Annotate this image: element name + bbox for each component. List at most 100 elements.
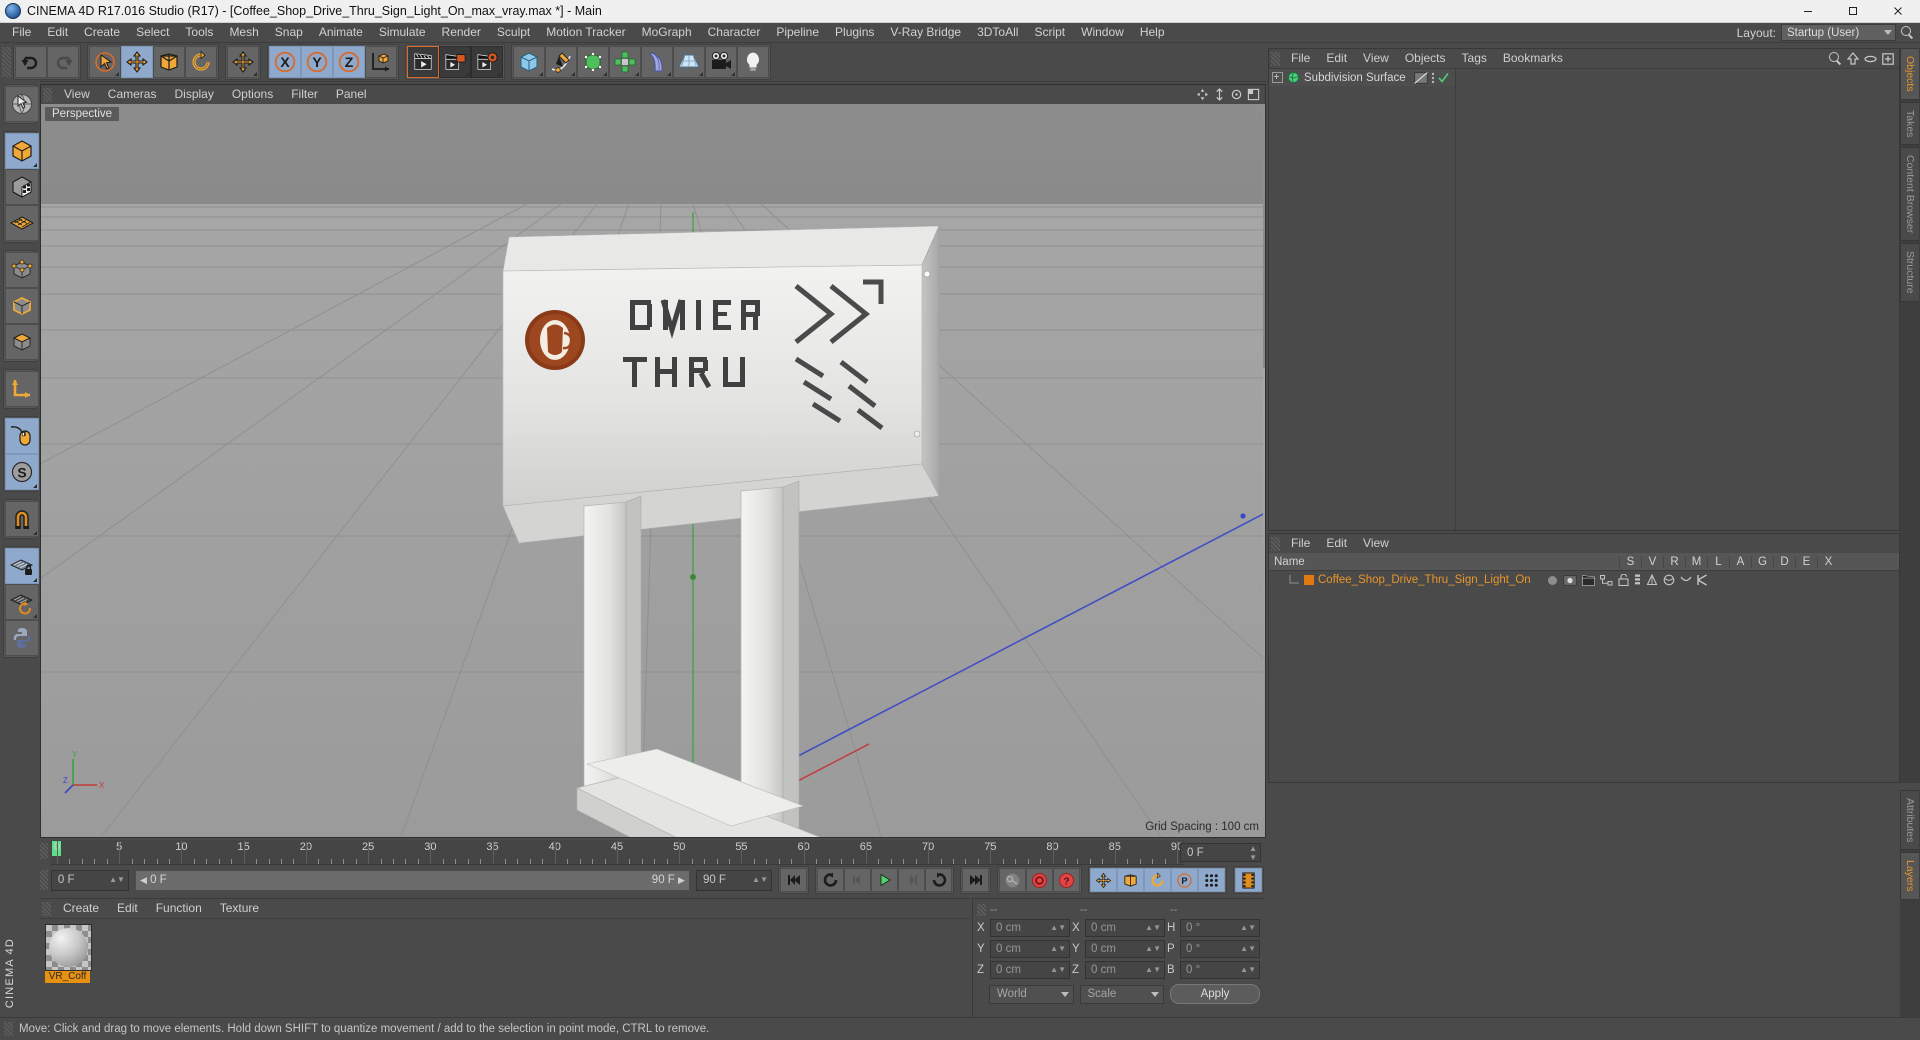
object-row[interactable]: Subdivision Surface (1269, 69, 1455, 86)
menu-snap[interactable]: Snap (267, 23, 311, 42)
light-button[interactable] (737, 46, 769, 78)
menu-mesh[interactable]: Mesh (221, 23, 266, 42)
material-menu-edit[interactable]: Edit (108, 899, 147, 918)
timeline-button[interactable] (1235, 868, 1263, 892)
render-tag-icon[interactable] (1581, 574, 1595, 586)
coordinate-system-select[interactable]: World (989, 984, 1074, 1004)
close-button[interactable] (1875, 0, 1920, 22)
viewport-menu-cameras[interactable]: Cameras (99, 85, 166, 104)
menu-file[interactable]: File (4, 23, 39, 42)
material-menu-texture[interactable]: Texture (211, 899, 268, 918)
table-row[interactable]: Coffee_Shop_Drive_Thru_Sign_Light_On (1269, 571, 1899, 589)
pan-view-icon[interactable] (1196, 88, 1209, 101)
coordinate-grip[interactable] (977, 903, 986, 916)
rot-b-input[interactable]: 0 ° ▲▼ (1180, 960, 1260, 979)
timeline-stepper-icon[interactable]: ▲ ▼ (1249, 844, 1257, 862)
object-manager-tag-area[interactable] (1456, 69, 1899, 530)
tab-attributes[interactable]: Attributes (1900, 790, 1919, 851)
keyframe-help-button[interactable]: ? (1053, 868, 1081, 892)
menu-plugins[interactable]: Plugins (827, 23, 882, 42)
rot-h-input[interactable]: 0 ° ▲▼ (1180, 918, 1260, 937)
point-level-animation-button[interactable] (1198, 868, 1226, 892)
material-menu-function[interactable]: Function (147, 899, 211, 918)
viewport-menu-grip[interactable] (43, 87, 52, 102)
size-z-input[interactable]: 0 cm ▲▼ (1085, 960, 1165, 979)
expand-all-icon[interactable] (1882, 52, 1894, 65)
viewport-menu-view[interactable]: View (55, 85, 99, 104)
camera-button[interactable] (705, 46, 737, 78)
render-view-button[interactable] (407, 46, 439, 78)
viewport-menu-panel[interactable]: Panel (327, 85, 376, 104)
viewport-canvas[interactable]: Perspective Grid Spacing : 100 cm Y X Z (41, 104, 1265, 837)
menu-simulate[interactable]: Simulate (371, 23, 434, 42)
snap-button[interactable]: S (5, 454, 39, 490)
menu-tools[interactable]: Tools (177, 23, 221, 42)
secondary-manager-grip[interactable] (1271, 536, 1280, 551)
menu-window[interactable]: Window (1073, 23, 1132, 42)
rotate-tool-button[interactable] (185, 46, 217, 78)
menu-vray-bridge[interactable]: V-Ray Bridge (882, 23, 969, 42)
menu-character[interactable]: Character (700, 23, 769, 42)
move-alt-button[interactable] (227, 46, 259, 78)
viewport-menu-filter[interactable]: Filter (282, 85, 327, 104)
menu-render[interactable]: Render (434, 23, 489, 42)
playback-grip[interactable] (40, 870, 48, 890)
go-up-icon[interactable] (1847, 52, 1859, 65)
pos-z-input[interactable]: 0 cm ▲▼ (990, 960, 1070, 979)
secondary-menu-view[interactable]: View (1355, 534, 1397, 553)
record-parameter-button[interactable]: P (1171, 868, 1199, 892)
visibility-icon[interactable] (1562, 574, 1577, 586)
workplane-rotate-button[interactable] (5, 584, 39, 620)
object-search-icon[interactable] (1829, 52, 1842, 65)
next-keyframe-button[interactable] (925, 868, 953, 892)
viewport-menu-options[interactable]: Options (223, 85, 282, 104)
polygons-mode-button[interactable] (5, 324, 39, 360)
step-back-button[interactable] (844, 868, 872, 892)
texture-mode-button[interactable] (5, 169, 39, 205)
menu-pipeline[interactable]: Pipeline (768, 23, 827, 42)
status-bar-grip[interactable] (4, 1022, 13, 1036)
zoom-view-icon[interactable] (1213, 88, 1226, 101)
autokey-button[interactable] (999, 868, 1027, 892)
hierarchy-icon[interactable] (1599, 574, 1613, 586)
polygon-grid-button[interactable] (5, 205, 39, 241)
material-thumbnail[interactable] (45, 924, 92, 971)
python-button[interactable] (5, 620, 39, 656)
menu-animate[interactable]: Animate (311, 23, 371, 42)
lock-x-button[interactable]: X (269, 46, 301, 78)
scale-tool-button[interactable] (153, 46, 185, 78)
current-frame-field[interactable]: 0 F ▲▼ (50, 869, 129, 891)
range-right-arrow-icon[interactable]: ▶ (678, 875, 685, 885)
edges-mode-button[interactable] (5, 288, 39, 324)
display-tag-icon[interactable] (1413, 71, 1428, 84)
axis-mode-button[interactable] (5, 371, 39, 407)
record-position-button[interactable] (1090, 868, 1118, 892)
rot-p-input[interactable]: 0 ° ▲▼ (1180, 939, 1260, 958)
render-to-picture-viewer-button[interactable] (439, 46, 471, 78)
deformer-button[interactable] (641, 46, 673, 78)
go-to-start-button[interactable] (780, 868, 808, 892)
lock-icon[interactable] (1618, 574, 1629, 586)
record-scale-button[interactable] (1117, 868, 1145, 892)
world-coords-button[interactable] (365, 46, 397, 78)
toolbar-grip[interactable] (2, 47, 11, 77)
current-frame-stepper-icon[interactable]: ▲▼ (109, 876, 125, 884)
tab-objects[interactable]: Objects (1900, 48, 1919, 100)
live-selection-button[interactable] (5, 86, 39, 122)
add-cube-button[interactable] (513, 46, 545, 78)
points-mode-button[interactable] (5, 252, 39, 288)
object-menu-view[interactable]: View (1355, 49, 1397, 68)
timeline-frame-field[interactable]: 0 F ▲ ▼ (1180, 843, 1261, 862)
pos-y-input[interactable]: 0 cm ▲▼ (990, 939, 1070, 958)
expand-toggle-icon[interactable] (1272, 72, 1283, 83)
menu-select[interactable]: Select (128, 23, 177, 42)
object-menu-file[interactable]: File (1283, 49, 1318, 68)
menu-sculpt[interactable]: Sculpt (489, 23, 538, 42)
material-manager-grip[interactable] (42, 901, 51, 916)
secondary-menu-file[interactable]: File (1283, 534, 1318, 553)
timeline-track[interactable]: 051015202530354045505560657075808590 (50, 840, 1184, 865)
magnet-button[interactable] (5, 501, 39, 537)
timeline-grip[interactable] (40, 843, 48, 859)
size-x-input[interactable]: 0 cm ▲▼ (1085, 918, 1165, 937)
solo-icon[interactable] (1547, 575, 1558, 586)
